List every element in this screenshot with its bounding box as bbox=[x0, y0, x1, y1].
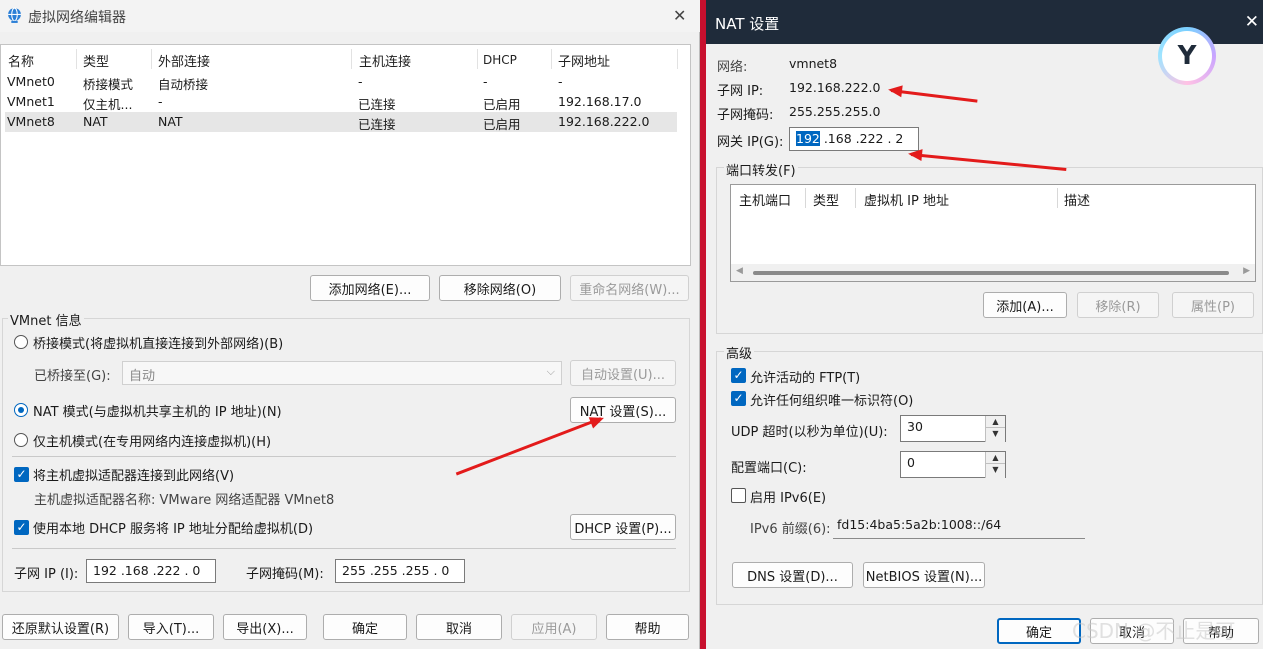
restore-defaults-button[interactable]: 还原默认设置(R) bbox=[2, 614, 119, 640]
bridged-to-label: 已桥接至(G): bbox=[34, 369, 111, 384]
column-header-port-type[interactable]: 类型 bbox=[813, 190, 839, 209]
column-header-type[interactable]: 类型 bbox=[83, 51, 109, 70]
title-bar: 虚拟网络编辑器 ✕ bbox=[0, 0, 700, 32]
column-header-host-port[interactable]: 主机端口 bbox=[739, 190, 791, 209]
host-only-radio[interactable] bbox=[14, 433, 28, 447]
connect-adapter-checkbox[interactable]: ✓ bbox=[14, 467, 29, 482]
column-header-subnet[interactable]: 子网地址 bbox=[558, 51, 610, 70]
port-forward-list[interactable]: 主机端口 类型 虚拟机 IP 地址 描述 ◀ ▶ bbox=[730, 184, 1256, 282]
scroll-right-icon[interactable]: ▶ bbox=[1243, 266, 1250, 276]
cancel-button[interactable]: 取消 bbox=[416, 614, 502, 640]
remove-network-button[interactable]: 移除网络(O) bbox=[439, 275, 561, 301]
allow-ftp-checkbox[interactable]: ✓ bbox=[731, 368, 746, 383]
column-header-description[interactable]: 描述 bbox=[1064, 190, 1090, 209]
subnet-mask-input[interactable]: 255 .255 .255 . 0 bbox=[335, 559, 465, 583]
allow-org-id-checkbox[interactable]: ✓ bbox=[731, 391, 746, 406]
network-globe-icon bbox=[8, 7, 21, 23]
nat-mode-label: NAT 模式(与虚拟机共享主机的 IP 地址)(N) bbox=[33, 405, 282, 420]
close-icon[interactable]: ✕ bbox=[673, 6, 686, 25]
nat-ok-button[interactable]: 确定 bbox=[997, 618, 1081, 644]
rename-network-button[interactable]: 重命名网络(W)... bbox=[570, 275, 689, 301]
config-port-stepper[interactable]: ▲ ▼ bbox=[985, 452, 1005, 478]
stepper-up-icon[interactable]: ▲ bbox=[986, 416, 1005, 428]
column-header-host[interactable]: 主机连接 bbox=[359, 51, 411, 70]
remove-port-button[interactable]: 移除(R) bbox=[1077, 292, 1159, 318]
udp-timeout-stepper[interactable]: ▲ ▼ bbox=[985, 416, 1005, 442]
config-port-label: 配置端口(C): bbox=[731, 461, 807, 476]
vmnet-info-heading: VMnet 信息 bbox=[8, 310, 84, 329]
watermark: CSDN @不止是可 bbox=[1072, 619, 1236, 643]
virtual-network-editor-window: 虚拟网络编辑器 ✕ 名称 类型 外部连接 主机连接 DHCP 子网地址 VMne… bbox=[0, 0, 700, 649]
udp-timeout-label: UDP 超时(以秒为单位)(U): bbox=[731, 425, 888, 440]
port-forward-heading: 端口转发(F) bbox=[724, 160, 798, 179]
bridged-mode-radio[interactable] bbox=[14, 335, 28, 349]
network-value: vmnet8 bbox=[789, 56, 838, 71]
help-button[interactable]: 帮助 bbox=[606, 614, 689, 640]
config-port-input[interactable]: 0 ▲ ▼ bbox=[900, 451, 1006, 478]
nat-window-title: NAT 设置 bbox=[715, 15, 780, 33]
table-row[interactable]: VMnet1 仅主机... - 已连接 已启用 192.168.17.0 bbox=[5, 92, 677, 112]
adapter-name-label: 主机虚拟适配器名称: VMware 网络适配器 VMnet8 bbox=[34, 493, 335, 508]
import-button[interactable]: 导入(T)... bbox=[128, 614, 214, 640]
auto-settings-button[interactable]: 自动设置(U)... bbox=[570, 360, 676, 386]
host-only-label: 仅主机模式(在专用网络内连接虚拟机)(H) bbox=[33, 435, 272, 450]
add-port-button[interactable]: 添加(A)... bbox=[983, 292, 1067, 318]
enable-ipv6-label: 启用 IPv6(E) bbox=[750, 491, 827, 506]
dhcp-checkbox[interactable]: ✓ bbox=[14, 520, 29, 535]
ipv6-prefix-label: IPv6 前缀(6): bbox=[750, 522, 831, 537]
dns-settings-button[interactable]: DNS 设置(D)... bbox=[732, 562, 853, 588]
bridged-mode-label: 桥接模式(将虚拟机直接连接到外部网络)(B) bbox=[33, 337, 284, 352]
apply-button[interactable]: 应用(A) bbox=[511, 614, 597, 640]
advanced-heading: 高级 bbox=[724, 343, 755, 362]
nat-settings-button[interactable]: NAT 设置(S)... bbox=[570, 397, 676, 423]
bridged-to-select[interactable]: 自动 ⌵ bbox=[122, 361, 562, 385]
udp-timeout-input[interactable]: 30 ▲ ▼ bbox=[900, 415, 1006, 442]
nat-subnet-ip-value: 192.168.222.0 bbox=[789, 80, 881, 95]
column-header-name[interactable]: 名称 bbox=[8, 51, 34, 70]
allow-ftp-label: 允许活动的 FTP(T) bbox=[750, 371, 861, 386]
enable-ipv6-checkbox[interactable] bbox=[731, 488, 746, 503]
add-network-button[interactable]: 添加网络(E)... bbox=[310, 275, 430, 301]
dhcp-label: 使用本地 DHCP 服务将 IP 地址分配给虚拟机(D) bbox=[33, 522, 314, 537]
gateway-label: 网关 IP(G): bbox=[717, 135, 784, 150]
network-list[interactable]: 名称 类型 外部连接 主机连接 DHCP 子网地址 VMnet0 桥接模式 自动… bbox=[0, 44, 691, 266]
nat-subnet-mask-value: 255.255.255.0 bbox=[789, 104, 881, 119]
nat-subnet-mask-label: 子网掩码: bbox=[717, 108, 774, 123]
nat-mode-radio[interactable] bbox=[14, 403, 28, 417]
stepper-up-icon[interactable]: ▲ bbox=[986, 452, 1005, 464]
table-row-selected[interactable]: VMnet8 NAT NAT 已连接 已启用 192.168.222.0 bbox=[5, 112, 677, 132]
subnet-ip-input[interactable]: 192 .168 .222 . 0 bbox=[86, 559, 216, 583]
network-label: 网络: bbox=[717, 60, 748, 75]
nat-settings-window: NAT 设置 ✕ 网络: vmnet8 子网 IP: 192.168.222.0… bbox=[706, 0, 1263, 649]
port-properties-button[interactable]: 属性(P) bbox=[1172, 292, 1254, 318]
ipv6-prefix-input[interactable]: fd15:4ba5:5a2b:1008::/64 bbox=[833, 512, 1085, 539]
close-icon[interactable]: ✕ bbox=[1245, 12, 1259, 32]
gateway-ip-selected-octet: 192 bbox=[796, 131, 820, 146]
chevron-down-icon: ⌵ bbox=[546, 365, 555, 378]
column-header-external[interactable]: 外部连接 bbox=[158, 51, 210, 70]
subnet-ip-label: 子网 IP (I): bbox=[14, 567, 79, 582]
nat-subnet-ip-label: 子网 IP: bbox=[717, 84, 764, 99]
window-title: 虚拟网络编辑器 bbox=[28, 10, 126, 26]
connect-adapter-label: 将主机虚拟适配器连接到此网络(V) bbox=[33, 469, 235, 484]
column-header-vm-ip[interactable]: 虚拟机 IP 地址 bbox=[864, 190, 949, 209]
assistant-logo-icon: Y bbox=[1158, 27, 1216, 85]
allow-org-id-label: 允许任何组织唯一标识符(O) bbox=[750, 394, 914, 409]
netbios-settings-button[interactable]: NetBIOS 设置(N)... bbox=[863, 562, 985, 588]
subnet-mask-label: 子网掩码(M): bbox=[246, 567, 324, 582]
ok-button[interactable]: 确定 bbox=[323, 614, 407, 640]
export-button[interactable]: 导出(X)... bbox=[223, 614, 307, 640]
scrollbar-thumb[interactable] bbox=[753, 271, 1229, 275]
table-row[interactable]: VMnet0 桥接模式 自动桥接 - - - bbox=[5, 72, 677, 92]
scroll-left-icon[interactable]: ◀ bbox=[736, 266, 743, 276]
stepper-down-icon[interactable]: ▼ bbox=[986, 428, 1005, 440]
stepper-down-icon[interactable]: ▼ bbox=[986, 464, 1005, 476]
dhcp-settings-button[interactable]: DHCP 设置(P)... bbox=[570, 514, 676, 540]
gateway-ip-input[interactable]: 192 .168 .222 . 2 bbox=[789, 127, 919, 151]
horizontal-scrollbar[interactable]: ◀ ▶ bbox=[731, 264, 1255, 281]
column-header-dhcp[interactable]: DHCP bbox=[483, 53, 517, 67]
